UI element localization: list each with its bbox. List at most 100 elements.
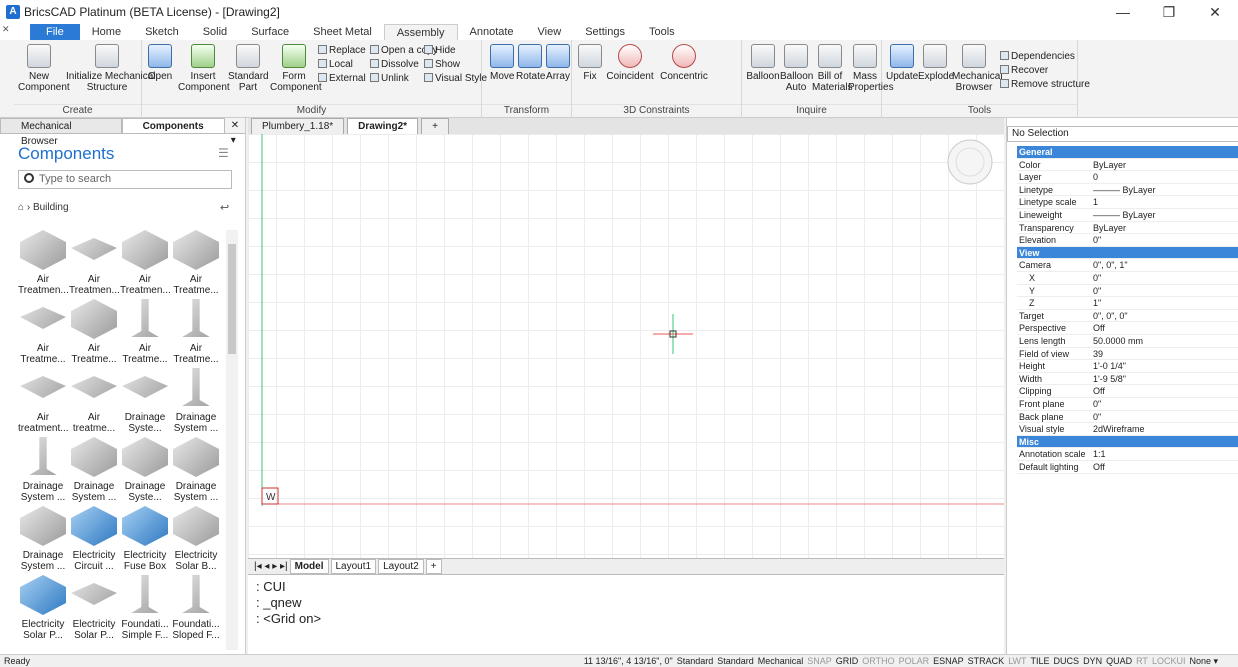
component-item[interactable]: Foundati... Sloped F... <box>171 575 221 641</box>
array-button[interactable]: Array <box>546 44 570 82</box>
property-row[interactable]: Height 1'-0 1/4" <box>1017 360 1238 373</box>
component-item[interactable]: Electricity Solar B... <box>171 506 221 572</box>
tab-components[interactable]: Components <box>121 118 225 133</box>
restore-button[interactable]: ❐ <box>1146 0 1192 24</box>
property-value[interactable]: 0" <box>1093 411 1101 424</box>
component-item[interactable]: Air Treatme... <box>120 299 170 365</box>
component-item[interactable]: Drainage System ... <box>171 368 221 434</box>
property-value[interactable]: ——— ByLayer <box>1093 184 1156 197</box>
back-icon[interactable]: ↩ <box>220 201 229 214</box>
external-button[interactable]: External <box>318 72 366 86</box>
status-toggle[interactable]: TILE <box>1029 655 1052 667</box>
dependencies-button[interactable]: Dependencies <box>1000 50 1075 64</box>
status-toggle[interactable]: LWT <box>1006 655 1028 667</box>
component-item[interactable]: Air Treatmen... <box>120 230 171 296</box>
component-item[interactable]: Drainage System ... <box>171 437 221 503</box>
property-value[interactable]: 1:1 <box>1093 448 1106 461</box>
property-row[interactable]: Visual style 2dWireframe <box>1017 423 1238 436</box>
coincident-button[interactable]: Coincident <box>604 44 656 82</box>
property-value[interactable]: 0", 0", 0" <box>1093 310 1128 323</box>
tab-plumbery[interactable]: Plumbery_1.18* <box>251 118 345 134</box>
property-value[interactable]: ByLayer <box>1093 159 1126 172</box>
open-button[interactable]: Open <box>146 44 174 82</box>
status-toggle[interactable]: Standard <box>715 655 756 667</box>
status-toggle[interactable]: DUCS <box>1052 655 1082 667</box>
component-item[interactable]: Foundati... Simple F... <box>120 575 170 641</box>
property-row[interactable]: Default lighting Off <box>1017 461 1238 474</box>
status-toggle[interactable]: STRACK <box>966 655 1007 667</box>
status-toggle[interactable]: GRID <box>834 655 861 667</box>
view-cube-icon[interactable] <box>947 139 993 185</box>
property-value[interactable]: Off <box>1093 461 1105 474</box>
remove-structure-button[interactable]: Remove structure <box>1000 78 1090 92</box>
form-component-button[interactable]: Form Component <box>270 44 322 93</box>
property-value[interactable]: 1" <box>1093 297 1101 310</box>
property-row[interactable]: Perspective Off <box>1017 322 1238 335</box>
status-toggle[interactable]: DYN <box>1081 655 1104 667</box>
property-row[interactable]: Front plane 0" <box>1017 398 1238 411</box>
home-icon[interactable]: ⌂ › <box>18 202 33 213</box>
close-panel-icon[interactable]: ✕ ▾ <box>231 118 245 146</box>
breadcrumb[interactable]: ⌂ › Building <box>18 202 69 213</box>
status-toggle[interactable]: POLAR <box>897 655 932 667</box>
property-row[interactable]: Lineweight ——— ByLayer <box>1017 209 1238 222</box>
close-window-button[interactable]: ✕ <box>1192 0 1238 24</box>
property-value[interactable]: 0" <box>1093 272 1101 285</box>
unlink-button[interactable]: Unlink <box>370 72 409 86</box>
property-row[interactable]: Width 1'-9 5/8" <box>1017 373 1238 386</box>
bill-of-materials-button[interactable]: Bill of Materials <box>812 44 853 93</box>
selection-dropdown[interactable]: No Selection <box>1007 126 1238 142</box>
new-tab-button[interactable]: + <box>421 118 449 134</box>
component-item[interactable]: Air treatment... <box>18 368 69 434</box>
local-button[interactable]: Local <box>318 58 353 72</box>
property-row[interactable]: Annotation scale 1:1 <box>1017 448 1238 461</box>
property-value[interactable]: 0" <box>1093 398 1101 411</box>
tab-sheet-metal[interactable]: Sheet Metal <box>301 24 384 40</box>
minimize-button[interactable]: — <box>1100 0 1146 24</box>
component-item[interactable]: Drainage System ... <box>18 437 68 503</box>
components-scrollbar[interactable] <box>226 230 238 650</box>
balloon-auto-button[interactable]: Balloon Auto <box>780 44 813 93</box>
add-layout-button[interactable]: + <box>425 559 442 574</box>
component-search-input[interactable]: Type to search <box>18 170 232 189</box>
property-value[interactable]: 39 <box>1093 348 1103 361</box>
status-toggle[interactable]: Standard <box>675 655 716 667</box>
component-item[interactable]: Air Treatme... <box>69 299 119 365</box>
recover-button[interactable]: Recover <box>1000 64 1048 78</box>
property-value[interactable]: 0 <box>1093 171 1098 184</box>
command-line[interactable]: : CUI : _qnew : <Grid on> <box>248 574 1004 654</box>
tab-settings[interactable]: Settings <box>573 24 637 40</box>
property-row[interactable]: Z 1" <box>1017 297 1238 310</box>
tab-solid[interactable]: Solid <box>191 24 239 40</box>
update-button[interactable]: Update <box>886 44 918 82</box>
tab-surface[interactable]: Surface <box>239 24 301 40</box>
show-button[interactable]: Show <box>424 58 460 72</box>
tab-annotate[interactable]: Annotate <box>458 24 526 40</box>
tab-tools[interactable]: Tools <box>637 24 687 40</box>
menu-icon[interactable]: ☰ <box>218 146 229 160</box>
component-item[interactable]: Air Treatme... <box>171 299 221 365</box>
move-button[interactable]: Move <box>490 44 514 82</box>
mechanical-browser-button[interactable]: Mechanical Browser <box>952 44 1003 93</box>
component-item[interactable]: Air Treatmen... <box>69 230 120 296</box>
component-item[interactable]: Air Treatmen... <box>18 230 69 296</box>
property-value[interactable]: 1 <box>1093 196 1098 209</box>
insert-component-button[interactable]: Insert Component <box>178 44 230 93</box>
property-value[interactable]: 50.0000 mm <box>1093 335 1143 348</box>
property-value[interactable]: 2dWireframe <box>1093 423 1145 436</box>
tab-layout2[interactable]: Layout2 <box>378 559 424 574</box>
property-value[interactable]: 0" <box>1093 285 1101 298</box>
tab-drawing2[interactable]: Drawing2* <box>347 118 419 134</box>
status-toggle[interactable]: Mechanical <box>756 655 806 667</box>
status-toggle[interactable]: SNAP <box>805 655 834 667</box>
property-row[interactable]: Field of view 39 <box>1017 348 1238 361</box>
tab-assembly[interactable]: Assembly <box>383 24 458 40</box>
tab-view[interactable]: View <box>526 24 574 40</box>
property-value[interactable]: ——— ByLayer <box>1093 209 1156 222</box>
initialize-structure-button[interactable]: Initialize Mechanical Structure <box>66 44 156 93</box>
tab-file[interactable]: File <box>30 24 80 40</box>
status-toggle[interactable]: None ▾ <box>1187 655 1220 667</box>
property-row[interactable]: Back plane 0" <box>1017 411 1238 424</box>
balloon-button[interactable]: Balloon <box>746 44 780 82</box>
component-item[interactable]: Air Treatme... <box>18 299 68 365</box>
